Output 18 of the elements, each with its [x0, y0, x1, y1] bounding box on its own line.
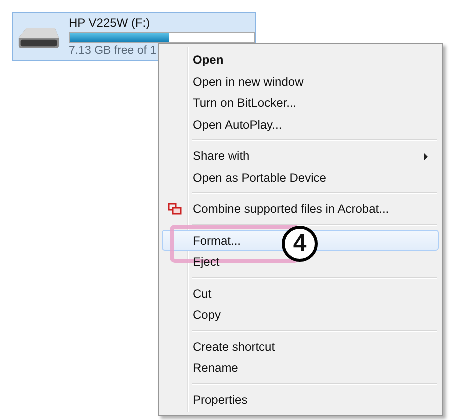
menu-item[interactable]: Open as Portable Device	[193, 168, 326, 189]
menu-item[interactable]: Format...	[193, 230, 242, 252]
free-space-text: 7.13 GB free of 1	[69, 45, 158, 57]
drive-name: HP V225W (F:)	[69, 16, 152, 30]
menu-item[interactable]: Share with	[193, 146, 428, 168]
menu-item[interactable]: Combine supported files in Acrobat...	[193, 199, 390, 220]
acrobat-icon	[168, 203, 182, 215]
menu-item[interactable]: Copy	[193, 305, 222, 326]
menu-item[interactable]: Open AutoPlay...	[193, 114, 282, 136]
step-number: 4	[282, 226, 318, 262]
menu-item[interactable]: Open in new window	[193, 72, 304, 93]
menu-item[interactable]: Rename	[193, 358, 238, 380]
menu-item[interactable]: Create shortcut	[193, 336, 276, 358]
menu-item[interactable]: Properties	[193, 390, 248, 411]
menu-item[interactable]: Cut	[193, 284, 212, 305]
menu-item[interactable]: Turn on BitLocker...	[193, 93, 297, 114]
menu-item[interactable]: Eject	[193, 252, 220, 274]
submenu-arrow-icon	[424, 152, 428, 161]
